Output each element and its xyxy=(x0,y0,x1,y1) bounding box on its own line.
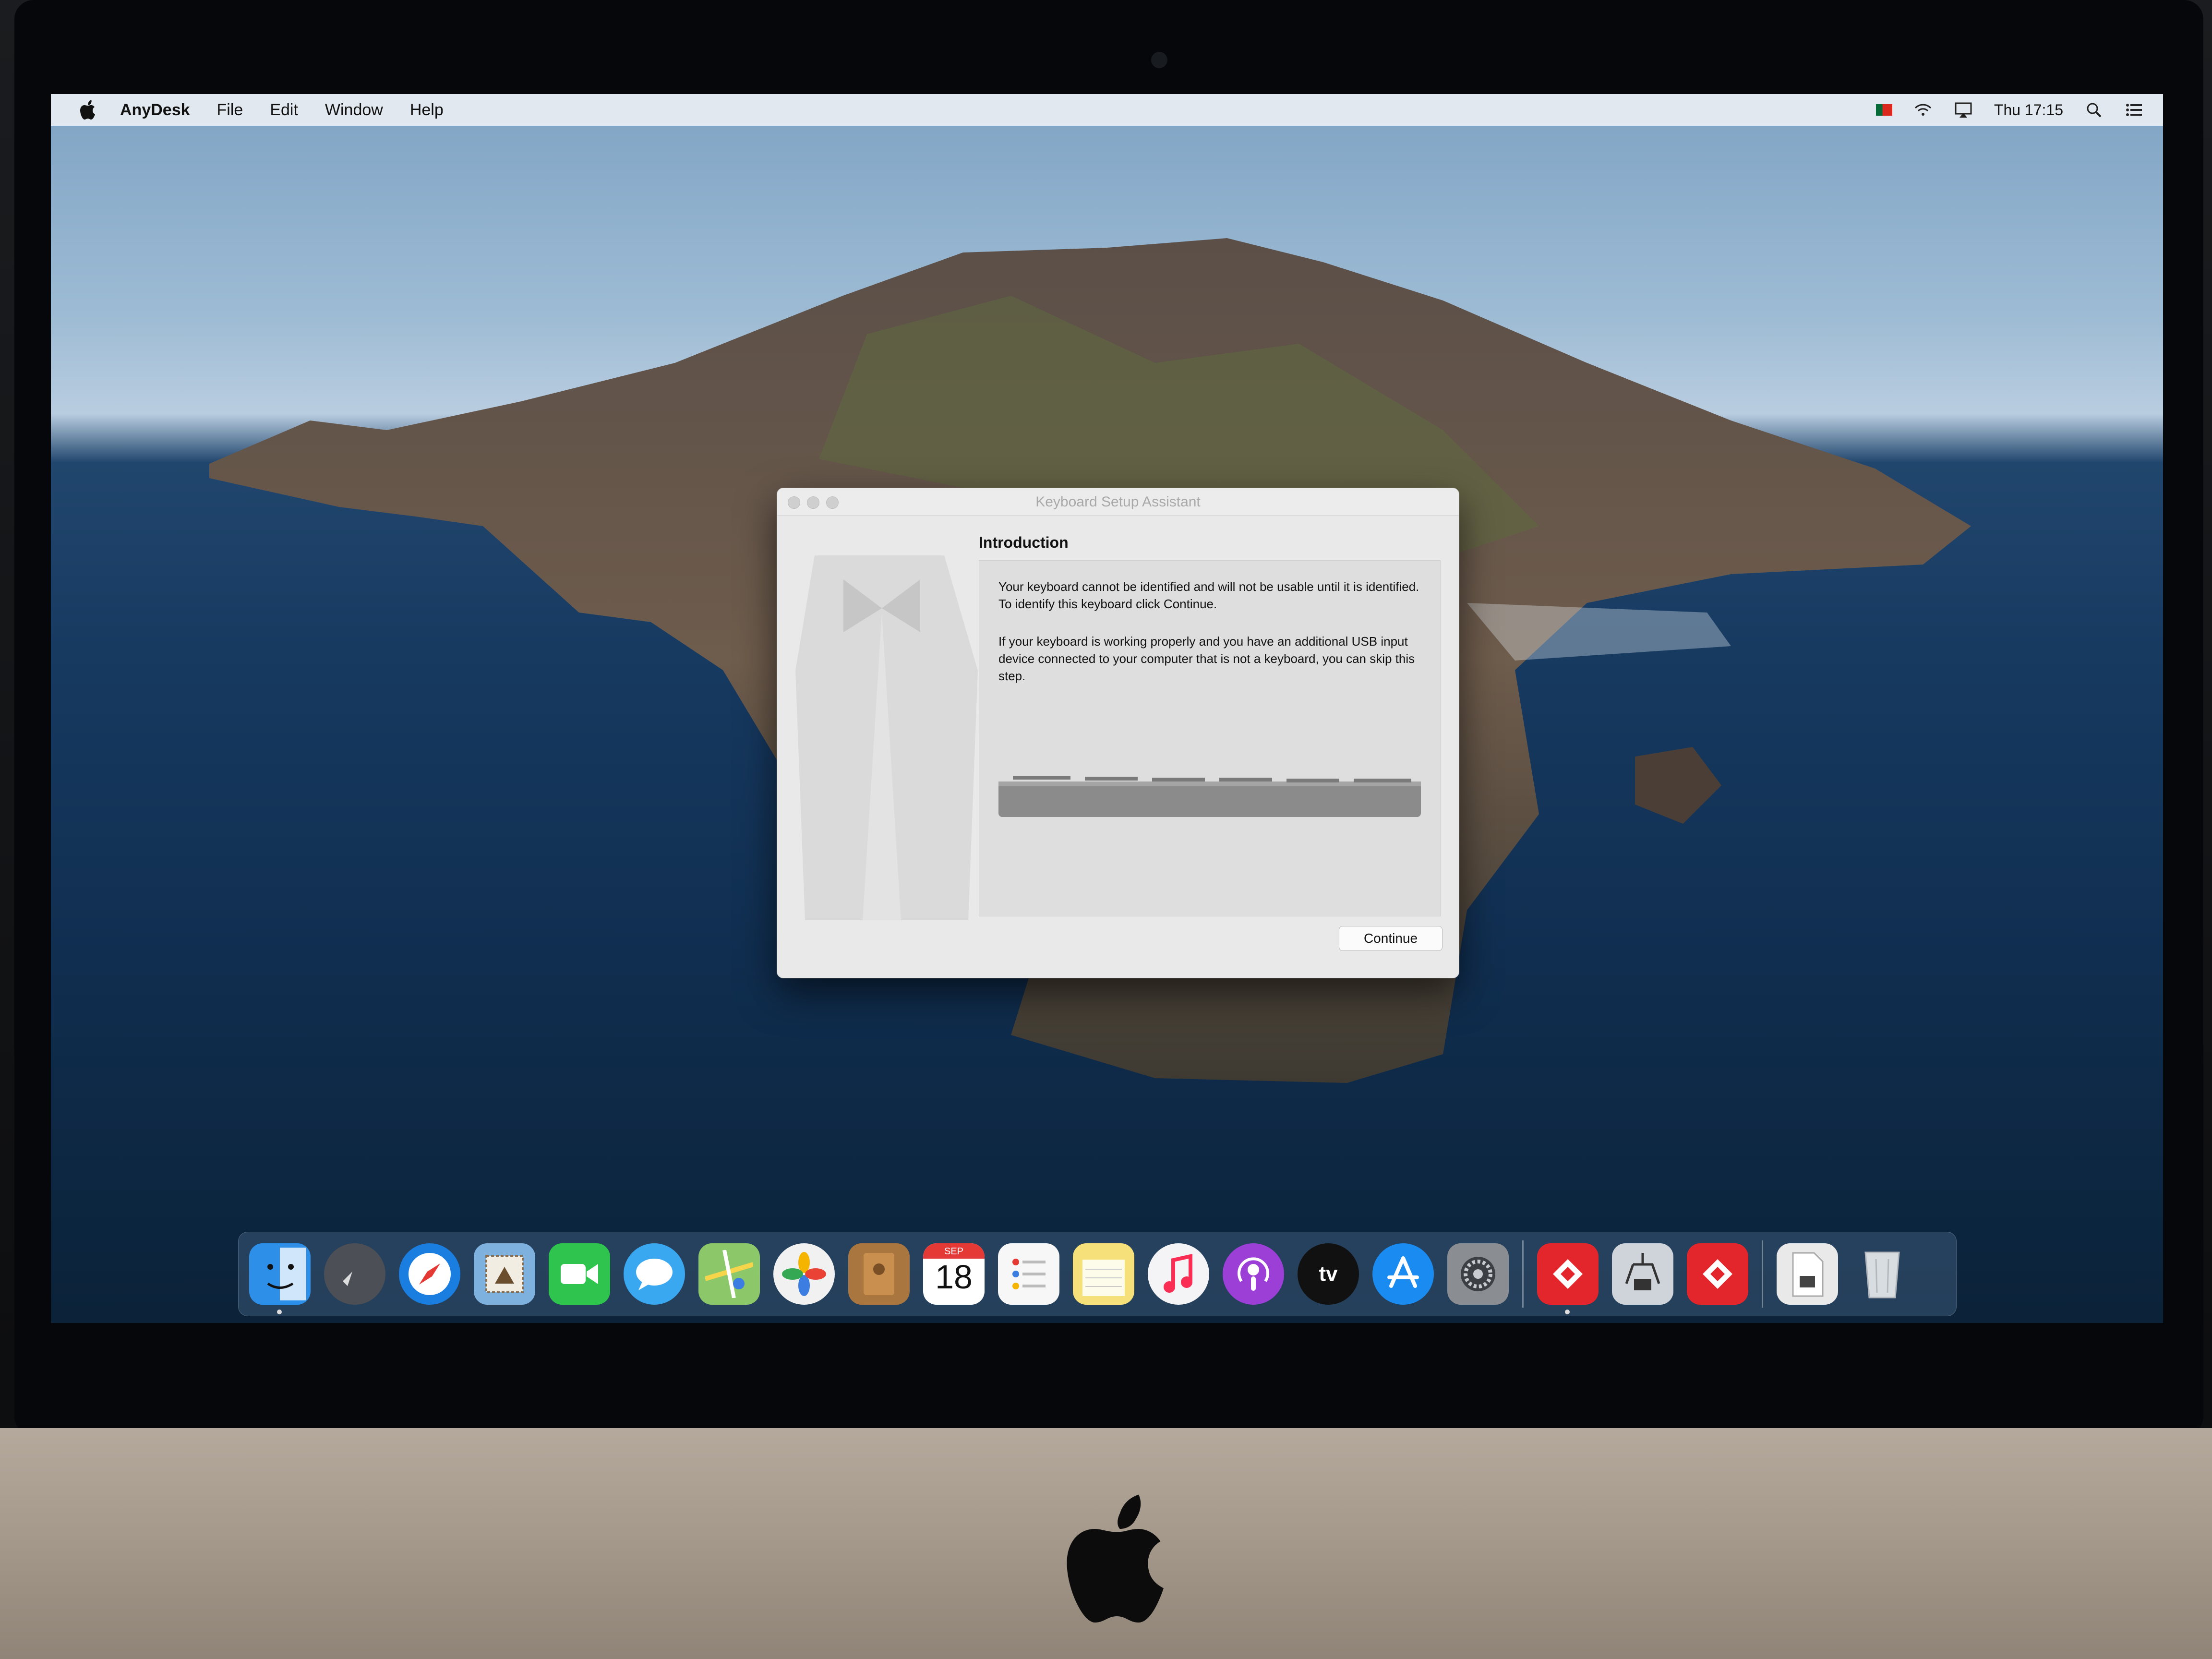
dock-maps-map-icon[interactable] xyxy=(698,1243,760,1305)
camera-icon xyxy=(1151,52,1167,68)
dock-launchpad-rocket-icon[interactable] xyxy=(324,1243,385,1305)
dock-finder-icon[interactable] xyxy=(249,1243,311,1314)
dock-facetime-video-camera-icon[interactable] xyxy=(549,1243,610,1305)
apple-logo-icon xyxy=(1067,1494,1164,1623)
dock-system-preferences-gear-icon[interactable] xyxy=(1447,1243,1509,1305)
keyboard-illustration-icon xyxy=(998,776,1421,817)
dock-mail-stamp-icon[interactable] xyxy=(474,1243,535,1305)
menu-edit[interactable]: Edit xyxy=(270,101,298,120)
notification-center-icon[interactable] xyxy=(2125,100,2144,120)
calendar-month: SEP xyxy=(944,1246,964,1257)
apple-menu-icon[interactable] xyxy=(78,99,97,120)
dock: SEP 18 tv xyxy=(238,1232,1957,1316)
dock-separator xyxy=(1522,1240,1524,1308)
menu-bar: AnyDesk File Edit Window Help Thu 17:15 xyxy=(51,94,2163,126)
intro-paragraph: Your keyboard cannot be identified and w… xyxy=(998,579,1419,611)
dialog-title: Keyboard Setup Assistant xyxy=(1035,494,1201,510)
continue-button[interactable]: Continue xyxy=(1339,926,1443,951)
menu-window[interactable]: Window xyxy=(325,101,383,120)
spotlight-search-icon[interactable] xyxy=(2084,100,2104,120)
dock-contacts-address-book-icon[interactable] xyxy=(848,1243,910,1305)
content-panel: Your keyboard cannot be identified and w… xyxy=(979,560,1441,916)
dock-safari-compass-icon[interactable] xyxy=(399,1243,460,1305)
skip-paragraph: If your keyboard is working properly and… xyxy=(998,634,1415,683)
dock-reminders-checklist-icon[interactable] xyxy=(998,1243,1059,1305)
calendar-day: 18 xyxy=(935,1258,973,1296)
input-source-flag-icon[interactable] xyxy=(1875,104,1892,116)
menu-file[interactable]: File xyxy=(217,101,243,120)
dock-anydesk-2-icon[interactable] xyxy=(1687,1243,1748,1305)
airplay-icon[interactable] xyxy=(1954,100,1973,120)
dock-photos-flower-icon[interactable] xyxy=(773,1243,835,1305)
butler-illustration-icon xyxy=(795,555,978,920)
dock-podcasts-icon[interactable] xyxy=(1223,1243,1284,1305)
dock-separator xyxy=(1762,1240,1763,1308)
tv-label: tv xyxy=(1319,1262,1338,1286)
wifi-icon[interactable] xyxy=(1913,100,1933,120)
menu-app-name[interactable]: AnyDesk xyxy=(120,101,190,120)
dock-app-store-icon[interactable] xyxy=(1372,1243,1434,1305)
menu-help[interactable]: Help xyxy=(410,101,444,120)
dock-music-note-icon[interactable] xyxy=(1148,1243,1209,1305)
screen: AnyDesk File Edit Window Help Thu 17:15 xyxy=(51,94,2163,1323)
dock-messages-speech-bubble-icon[interactable] xyxy=(624,1243,685,1305)
monitor-chin xyxy=(0,1428,2212,1659)
dock-system-information-chip-clamp-icon[interactable] xyxy=(1612,1243,1673,1305)
status-area: Thu 17:15 xyxy=(1875,94,2144,126)
running-indicator xyxy=(277,1310,282,1314)
dock-documents-document-icon[interactable] xyxy=(1777,1243,1838,1305)
keyboard-setup-dialog: Keyboard Setup Assistant Introduction Yo… xyxy=(777,488,1459,978)
running-indicator xyxy=(1565,1310,1570,1314)
dock-trash-icon[interactable] xyxy=(1851,1243,1913,1305)
dialog-titlebar: Keyboard Setup Assistant xyxy=(777,488,1459,516)
dock-notes-notepad-icon[interactable] xyxy=(1073,1243,1134,1305)
dock-anydesk-icon[interactable] xyxy=(1537,1243,1599,1314)
section-heading: Introduction xyxy=(979,534,1069,551)
dock-tv-icon[interactable]: tv xyxy=(1298,1243,1359,1305)
menubar-clock[interactable]: Thu 17:15 xyxy=(1994,101,2063,119)
dock-calendar-icon[interactable]: SEP 18 xyxy=(923,1243,985,1305)
